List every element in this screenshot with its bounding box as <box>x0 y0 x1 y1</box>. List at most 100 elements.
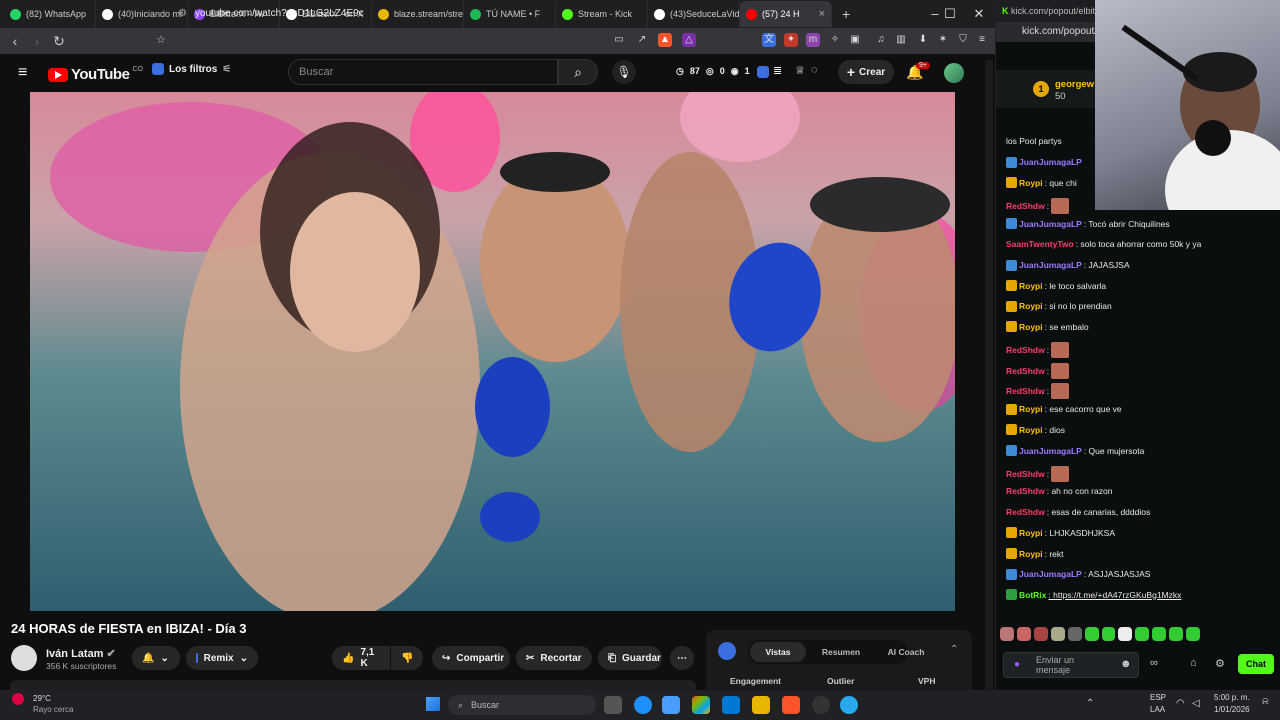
filters-button[interactable]: Los filtros ⚟ <box>152 63 231 75</box>
emote-icon[interactable] <box>1067 627 1082 641</box>
chat-username[interactable]: RedShdw <box>1006 469 1045 479</box>
chat-username[interactable]: JuanJumagaLP <box>1019 219 1082 229</box>
task-view-icon[interactable] <box>604 696 622 714</box>
wifi-icon[interactable]: ◠ <box>1176 698 1185 709</box>
panel-icon[interactable]: ▥ <box>894 33 908 47</box>
cast-icon[interactable]: ▭ <box>612 33 626 47</box>
puzzle-icon[interactable]: ✧ <box>828 33 842 47</box>
chat-username[interactable]: RedShdw <box>1006 507 1045 517</box>
chat-username[interactable]: RedShdw <box>1006 386 1045 396</box>
browser-tab[interactable]: (40)Iniciando mi <box>96 1 188 27</box>
vpn-icon[interactable]: ⛉ <box>956 33 970 47</box>
share-button[interactable]: ↪ Compartir <box>432 646 510 670</box>
mail-icon[interactable] <box>722 696 740 714</box>
url-field[interactable]: ⚙ youtube.com/watch?v=D1LG2LZ4E9c <box>178 4 698 22</box>
hamburger-icon[interactable]: ≡ <box>18 64 27 82</box>
bookmark-icon[interactable]: ☆ <box>156 33 166 46</box>
tab-resumen[interactable]: Resumen <box>816 642 866 662</box>
chat-username[interactable]: BotRix <box>1019 590 1046 600</box>
kick-tab[interactable]: K kick.com/popout/elbitt <box>996 0 1096 22</box>
volume-icon[interactable]: ◁ <box>1192 698 1200 709</box>
browser-tab[interactable]: (82) WhatsApp <box>4 1 96 27</box>
notification-center-icon[interactable]: ⍾ <box>1262 696 1269 707</box>
new-tab-button[interactable]: + <box>842 6 850 22</box>
emoji-icon[interactable]: ☻ <box>1120 658 1132 670</box>
browser-tab[interactable]: (57) 24 H × <box>740 1 832 27</box>
chat-text[interactable]: : https://t.me/+dA47rzGKuBg1Mzkx <box>1048 590 1181 600</box>
menu-icon[interactable]: ≡ <box>975 33 989 47</box>
emote-icon[interactable] <box>1033 627 1048 641</box>
forward-icon[interactable]: › <box>26 33 48 49</box>
emote-icon[interactable] <box>1169 627 1184 641</box>
emote-icon[interactable] <box>1118 627 1133 641</box>
chat-username[interactable]: SaamTwentyTwo <box>1006 239 1074 249</box>
back-icon[interactable]: ‹ <box>4 33 26 49</box>
copilot-icon[interactable] <box>662 696 680 714</box>
chat-input[interactable]: ● Enviar un mensaje ☻ <box>1003 652 1139 678</box>
chat-username[interactable]: Roypi <box>1019 301 1043 311</box>
obs-icon[interactable] <box>812 696 830 714</box>
kick-url-field[interactable]: kick.com/popout/ <box>996 22 1096 42</box>
chat-username[interactable]: Roypi <box>1019 425 1043 435</box>
avatar[interactable] <box>944 63 964 83</box>
tab-ai-coach[interactable]: AI Coach <box>880 642 932 662</box>
chat-username[interactable]: RedShdw <box>1006 345 1045 355</box>
emote-icon[interactable] <box>1016 627 1031 641</box>
chat-username[interactable]: JuanJumagaLP <box>1019 446 1082 456</box>
edge-icon[interactable] <box>634 696 652 714</box>
emote-icon[interactable] <box>1050 627 1065 641</box>
video-player[interactable] <box>30 92 955 611</box>
telegram-icon[interactable] <box>840 696 858 714</box>
chevron-up-icon[interactable]: ⌃ <box>1086 698 1094 709</box>
list-icon[interactable]: ≣ <box>773 64 782 77</box>
chat-username[interactable]: JuanJumagaLP <box>1019 569 1082 579</box>
youtube-logo[interactable]: YouTube CO <box>48 66 143 83</box>
emote-icon[interactable] <box>1101 627 1116 641</box>
chat-username[interactable]: RedShdw <box>1006 486 1045 496</box>
emote-icon[interactable] <box>1152 627 1167 641</box>
rewards-icon[interactable]: △ <box>682 33 696 47</box>
file-explorer-icon[interactable] <box>752 696 770 714</box>
weather-icon[interactable] <box>12 693 24 705</box>
more-actions-button[interactable]: ⋯ <box>670 646 694 670</box>
tab-vistas[interactable]: Vistas <box>750 642 806 662</box>
users-icon[interactable]: ∞ <box>1150 657 1158 669</box>
create-button[interactable]: + Crear <box>838 60 894 84</box>
chat-username[interactable]: JuanJumagaLP <box>1019 157 1082 167</box>
chat-username[interactable]: RedShdw <box>1006 366 1045 376</box>
translate-icon[interactable]: 文 <box>762 33 776 47</box>
search-button[interactable]: ⌕ <box>558 59 598 85</box>
reload-icon[interactable]: ↻ <box>48 33 70 50</box>
description-box[interactable] <box>10 680 696 690</box>
search-input[interactable]: Buscar <box>288 59 558 85</box>
chat-username[interactable]: Roypi <box>1019 404 1043 414</box>
chat-username[interactable]: RedShdw <box>1006 201 1045 211</box>
voice-search-button[interactable]: 🎙 <box>612 60 636 84</box>
brave-icon[interactable] <box>782 696 800 714</box>
chat-username[interactable]: Roypi <box>1019 178 1043 188</box>
trophy-icon[interactable]: ♕ <box>795 64 805 77</box>
settings-icon[interactable]: ⚙ <box>1215 657 1225 670</box>
brave-shield-icon[interactable]: ▲ <box>658 33 672 47</box>
store-icon[interactable]: ⌂ <box>1190 657 1197 669</box>
subscribe-bell-button[interactable]: 🔔 ⌄ <box>132 646 180 670</box>
taskbar-search[interactable]: ⌕ Buscar <box>448 695 596 715</box>
save-button[interactable]: ⎗ Guardar <box>598 646 662 670</box>
chat-icon[interactable]: ◌ <box>811 64 818 76</box>
clock-time[interactable]: 5:00 p. m. <box>1214 693 1250 702</box>
dislike-button[interactable]: 👎 <box>391 646 423 670</box>
extension-icon[interactable]: m <box>806 33 820 47</box>
chat-username[interactable]: Roypi <box>1019 322 1043 332</box>
windows-start-icon[interactable] <box>426 697 440 711</box>
emote-icon[interactable] <box>1084 627 1099 641</box>
close-window-button[interactable]: ✕ <box>964 0 994 28</box>
page-scrollbar[interactable] <box>985 60 993 690</box>
chat-username[interactable]: JuanJumagaLP <box>1019 260 1082 270</box>
chat-username[interactable]: Roypi <box>1019 281 1043 291</box>
language-indicator[interactable]: ESP <box>1150 693 1166 702</box>
remix-button[interactable]: Remix ⌄ <box>186 646 258 670</box>
leo-icon[interactable]: ✶ <box>936 33 950 47</box>
channel-name[interactable]: Iván Latam ✔ <box>46 647 116 660</box>
maximize-button[interactable]: ☐ <box>935 0 965 28</box>
emote-icon[interactable] <box>1186 627 1201 641</box>
